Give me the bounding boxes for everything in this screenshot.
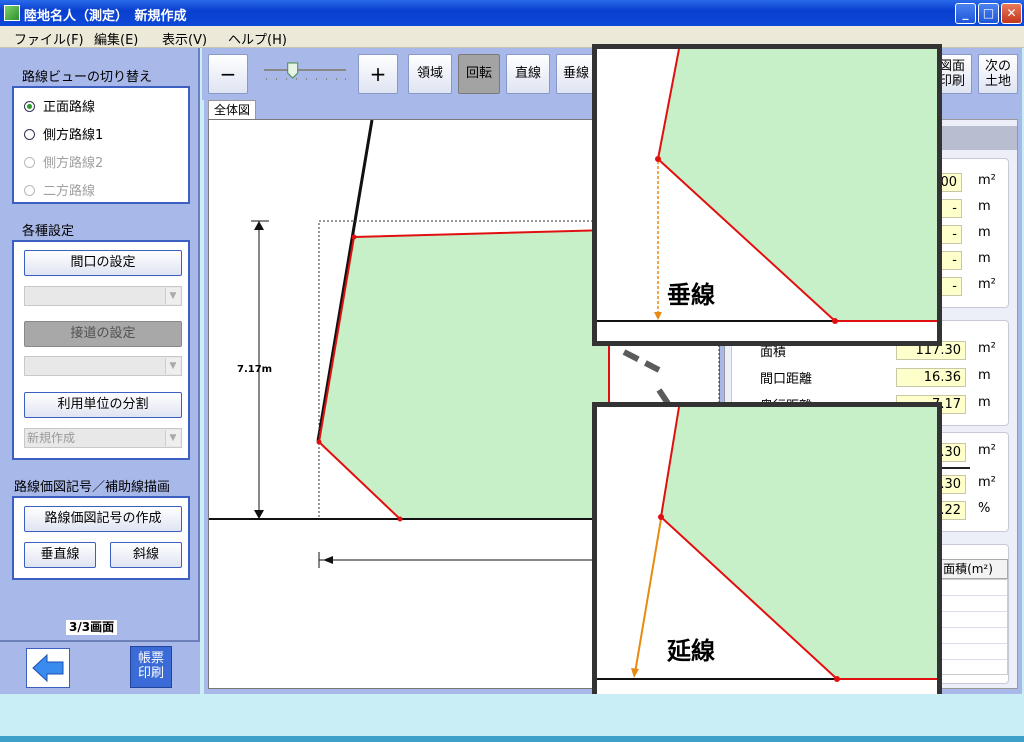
radio-dot — [24, 157, 35, 168]
arrow-left-icon — [32, 653, 64, 683]
radio-dot — [24, 101, 35, 112]
callout-perpendicular: 垂線 — [592, 44, 942, 346]
menu-help[interactable]: ヘルプ(H) — [228, 29, 287, 48]
road-setting-button[interactable]: 接道の設定 — [24, 321, 182, 347]
radio-label: 二方路線 — [43, 184, 96, 199]
slider-thumb[interactable] — [287, 62, 299, 79]
perpendicular-illustration — [597, 49, 937, 324]
left-panel: 路線ビューの切り替え 正面路線 側方路線1 側方路線2 二方路線 各種設定 間口… — [0, 48, 200, 694]
dimension-arrow-bottom — [254, 510, 264, 519]
print-drawing-label: 図面印刷 — [938, 59, 965, 89]
zoom-slider[interactable] — [262, 62, 348, 84]
radio-label: 正面路線 — [43, 100, 96, 115]
rotate-button[interactable]: 回転 — [458, 54, 500, 94]
area-button[interactable]: 領域 — [408, 54, 452, 94]
radio-label: 側方路線2 — [43, 156, 104, 171]
back-button[interactable] — [26, 648, 70, 688]
radio-side-road-1[interactable]: 側方路線1 — [24, 124, 103, 143]
radio-front-road[interactable]: 正面路線 — [24, 96, 95, 115]
road-combo[interactable]: ▼ — [24, 356, 182, 376]
unit-label: m — [978, 199, 991, 214]
radio-two-way-road[interactable]: 二方路線 — [24, 180, 95, 199]
maximize-button[interactable]: □ — [978, 3, 999, 24]
radio-dot — [24, 185, 35, 196]
chevron-down-icon: ▼ — [165, 358, 180, 374]
symbol-title: 路線価図記号／補助線描画 — [14, 480, 171, 495]
view-switch-title: 路線ビューの切り替え — [22, 70, 153, 85]
area-unit: m² — [978, 341, 996, 356]
split-combo-value: 新規作成 — [27, 431, 76, 445]
report-print-label: 帳票印刷 — [137, 651, 164, 681]
zoom-out-button[interactable]: − — [208, 54, 248, 94]
symbol-group: 路線価図記号の作成 垂直線 斜線 — [12, 496, 190, 580]
frontage-distance-label: 間口距離 — [760, 372, 813, 387]
parcel-polygon — [317, 228, 610, 520]
extension-illustration — [597, 407, 937, 682]
depth-distance-unit: m — [978, 395, 991, 410]
taskbar-edge — [0, 736, 1024, 742]
vertical-line-button[interactable]: 垂直線 — [24, 542, 96, 568]
close-button[interactable]: ✕ — [1001, 3, 1022, 24]
window-title: 陸地名人（測定） 新規作成 — [24, 9, 187, 24]
tab-overview[interactable]: 全体図 — [208, 100, 256, 119]
report-print-button[interactable]: 帳票印刷 — [130, 646, 172, 688]
create-symbol-button[interactable]: 路線価図記号の作成 — [24, 506, 182, 532]
unit-label: m — [978, 225, 991, 240]
radio-side-road-2[interactable]: 側方路線2 — [24, 152, 103, 171]
app-icon — [4, 5, 20, 21]
next-land-button[interactable]: 次の土地 — [978, 54, 1018, 94]
menu-edit[interactable]: 編集(E) — [94, 29, 138, 48]
next-land-label: 次の土地 — [984, 59, 1011, 89]
extension-label: 延線 — [667, 637, 715, 665]
minimize-button[interactable]: _ — [955, 3, 976, 24]
title-bar: 陸地名人（測定） 新規作成 _ □ ✕ — [0, 0, 1024, 26]
depth-dimension-label: 7.17m — [237, 364, 273, 375]
chevron-down-icon: ▼ — [165, 430, 180, 446]
perpendicular-label: 垂線 — [667, 281, 715, 309]
chevron-down-icon: ▼ — [165, 288, 180, 304]
unit-label: m² — [978, 443, 996, 458]
frontage-combo[interactable]: ▼ — [24, 286, 182, 306]
unit-label: m² — [978, 173, 996, 188]
split-unit-button[interactable]: 利用単位の分割 — [24, 392, 182, 418]
dimension-arrow-top — [254, 221, 264, 230]
unit-label: m — [978, 251, 991, 266]
frontage-setting-button[interactable]: 間口の設定 — [24, 250, 182, 276]
oblique-line-button[interactable]: 斜線 — [110, 542, 182, 568]
radio-label: 側方路線1 — [43, 128, 104, 143]
menu-file[interactable]: ファイル(F) — [14, 29, 84, 48]
view-switch-group: 正面路線 側方路線1 側方路線2 二方路線 — [12, 86, 190, 204]
split-combo[interactable]: 新規作成 ▼ — [24, 428, 182, 448]
zoom-in-button[interactable]: + — [358, 54, 398, 94]
settings-title: 各種設定 — [22, 224, 75, 239]
callout-extension: 延線 — [592, 402, 942, 704]
menu-view[interactable]: 表示(V) — [162, 29, 207, 48]
page-indicator: 3/3画面 — [66, 620, 118, 635]
unit-label: % — [978, 501, 991, 516]
radio-dot — [24, 129, 35, 140]
settings-group: 間口の設定 ▼ 接道の設定 ▼ 利用単位の分割 新規作成 ▼ — [12, 240, 190, 460]
unit-label: m² — [978, 277, 996, 292]
straight-line-button[interactable]: 直線 — [506, 54, 550, 94]
frontage-distance-unit: m — [978, 368, 991, 383]
unit-label: m² — [978, 475, 996, 490]
frontage-distance-value: 16.36 — [896, 368, 966, 387]
status-strip — [0, 694, 1024, 742]
perpendicular-button[interactable]: 垂線 — [556, 54, 596, 94]
